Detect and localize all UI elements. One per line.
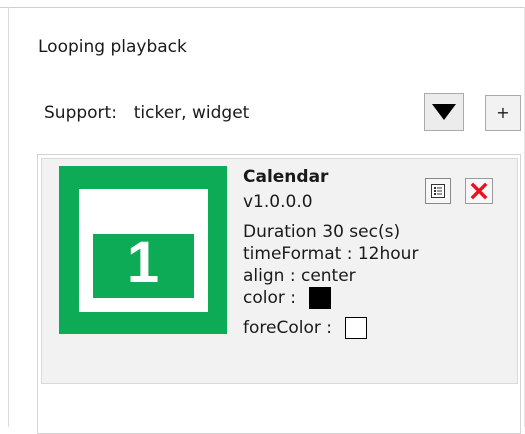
close-x-icon: [470, 182, 488, 200]
add-button[interactable]: +: [485, 95, 521, 131]
list-edit-icon: [431, 184, 445, 198]
add-button-label: +: [496, 103, 510, 122]
color-row: color :: [243, 287, 418, 317]
fore-color-row: foreColor :: [243, 317, 418, 339]
triangle-down-icon: [432, 104, 456, 120]
left-border: [8, 7, 9, 427]
top-divider: [0, 7, 525, 8]
duration-value: 30 sec(s): [322, 222, 401, 242]
time-format-label: timeFormat :: [243, 244, 353, 264]
color-label: color :: [243, 288, 296, 308]
panel-title: Looping playback: [38, 37, 187, 57]
edit-button[interactable]: [425, 178, 451, 204]
dropdown-button[interactable]: [424, 93, 464, 131]
support-info: Support: ticker, widget: [44, 102, 249, 124]
color-swatch[interactable]: [309, 287, 332, 309]
item-name: Calendar: [243, 167, 329, 187]
item-version: v1.0.0.0: [243, 192, 313, 212]
calendar-icon: 1: [59, 166, 227, 334]
align-value: center: [300, 266, 356, 286]
fore-color-label: foreColor :: [243, 318, 332, 338]
item-details: Calendar v1.0.0.0 Duration 30 sec(s) tim…: [243, 166, 418, 339]
align-row: align : center: [243, 265, 418, 287]
duration-label: Duration: [243, 222, 317, 242]
delete-button[interactable]: [465, 178, 493, 204]
thumbnail-number: 1: [127, 230, 159, 295]
time-format-row: timeFormat : 12hour: [243, 243, 418, 265]
time-format-value: 12hour: [357, 244, 419, 264]
support-value: ticker, widget: [133, 103, 250, 123]
support-label: Support:: [44, 103, 117, 123]
align-label: align :: [243, 266, 296, 286]
fore-color-swatch[interactable]: [345, 317, 368, 339]
widget-panel: Looping playback Support: ticker, widget…: [0, 0, 525, 434]
duration-row: Duration 30 sec(s): [243, 221, 418, 243]
